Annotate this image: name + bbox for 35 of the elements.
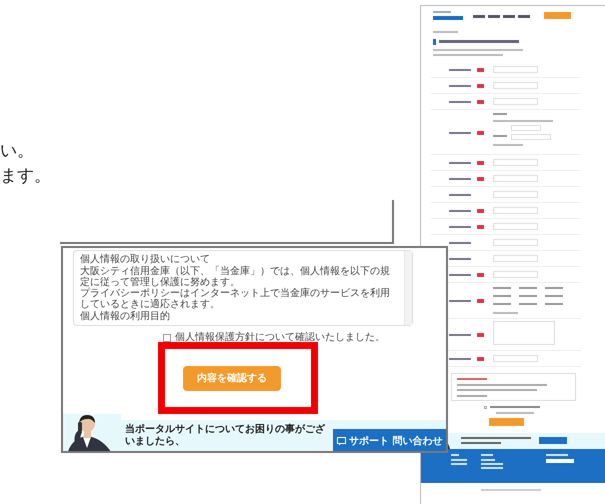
policy-heading: 個人情報の取り扱いについて [80, 253, 211, 266]
logo [546, 459, 574, 463]
input-field [493, 271, 538, 278]
blurred-text [518, 15, 530, 18]
checkbox-label: 個人情報保護方針について確認いたしました。 [175, 330, 385, 345]
input-field [493, 159, 538, 166]
input-field [493, 355, 538, 362]
blurred-text [503, 15, 515, 18]
input-field [493, 82, 538, 89]
input-field [493, 98, 538, 105]
banner-message: 当ポータルサイトについてお困りの事がございましたら、 [125, 424, 326, 448]
input-field [493, 223, 538, 230]
input-field [493, 321, 555, 345]
input-field [493, 255, 538, 262]
input-field [493, 66, 538, 73]
text-line: い。 [0, 140, 35, 163]
checkbox[interactable] [163, 334, 171, 342]
input-field [493, 191, 538, 198]
input-field [493, 239, 538, 246]
input-field [493, 207, 538, 214]
blurred-text [473, 15, 485, 18]
input-field [493, 175, 538, 182]
blurred-text [488, 15, 500, 18]
policy-text-box[interactable]: 個人情報の取り扱いについて 大阪シティ信用金庫（以下、「当金庫」）では、個人情報を以下の規定に従って管理し保護に努めます。 プライバシーポリシーはインターネット上で当金庫のサービスを利用しているときに適応されます。 個人情報の利用目的 [73, 250, 413, 326]
scrollbar[interactable] [404, 251, 412, 325]
input-field [511, 134, 551, 140]
policy-paragraph: プライバシーポリシーはインターネット上で当金庫のサービスを利用しているときに適応されます。 [80, 288, 391, 310]
policy-paragraph: 大阪シティ信用金庫（以下、「当金庫」）では、個人情報を以下の規定に従って管理し保護に努めます。 [80, 266, 391, 288]
input-field [511, 125, 541, 131]
chat-icon [337, 436, 346, 446]
title-accent [433, 39, 436, 45]
logo [433, 16, 463, 20]
support-button[interactable]: サポート 問い合わせ [333, 429, 446, 451]
policy-heading: 個人情報の利用目的 [80, 310, 171, 323]
text-line: ます。 [0, 165, 51, 188]
